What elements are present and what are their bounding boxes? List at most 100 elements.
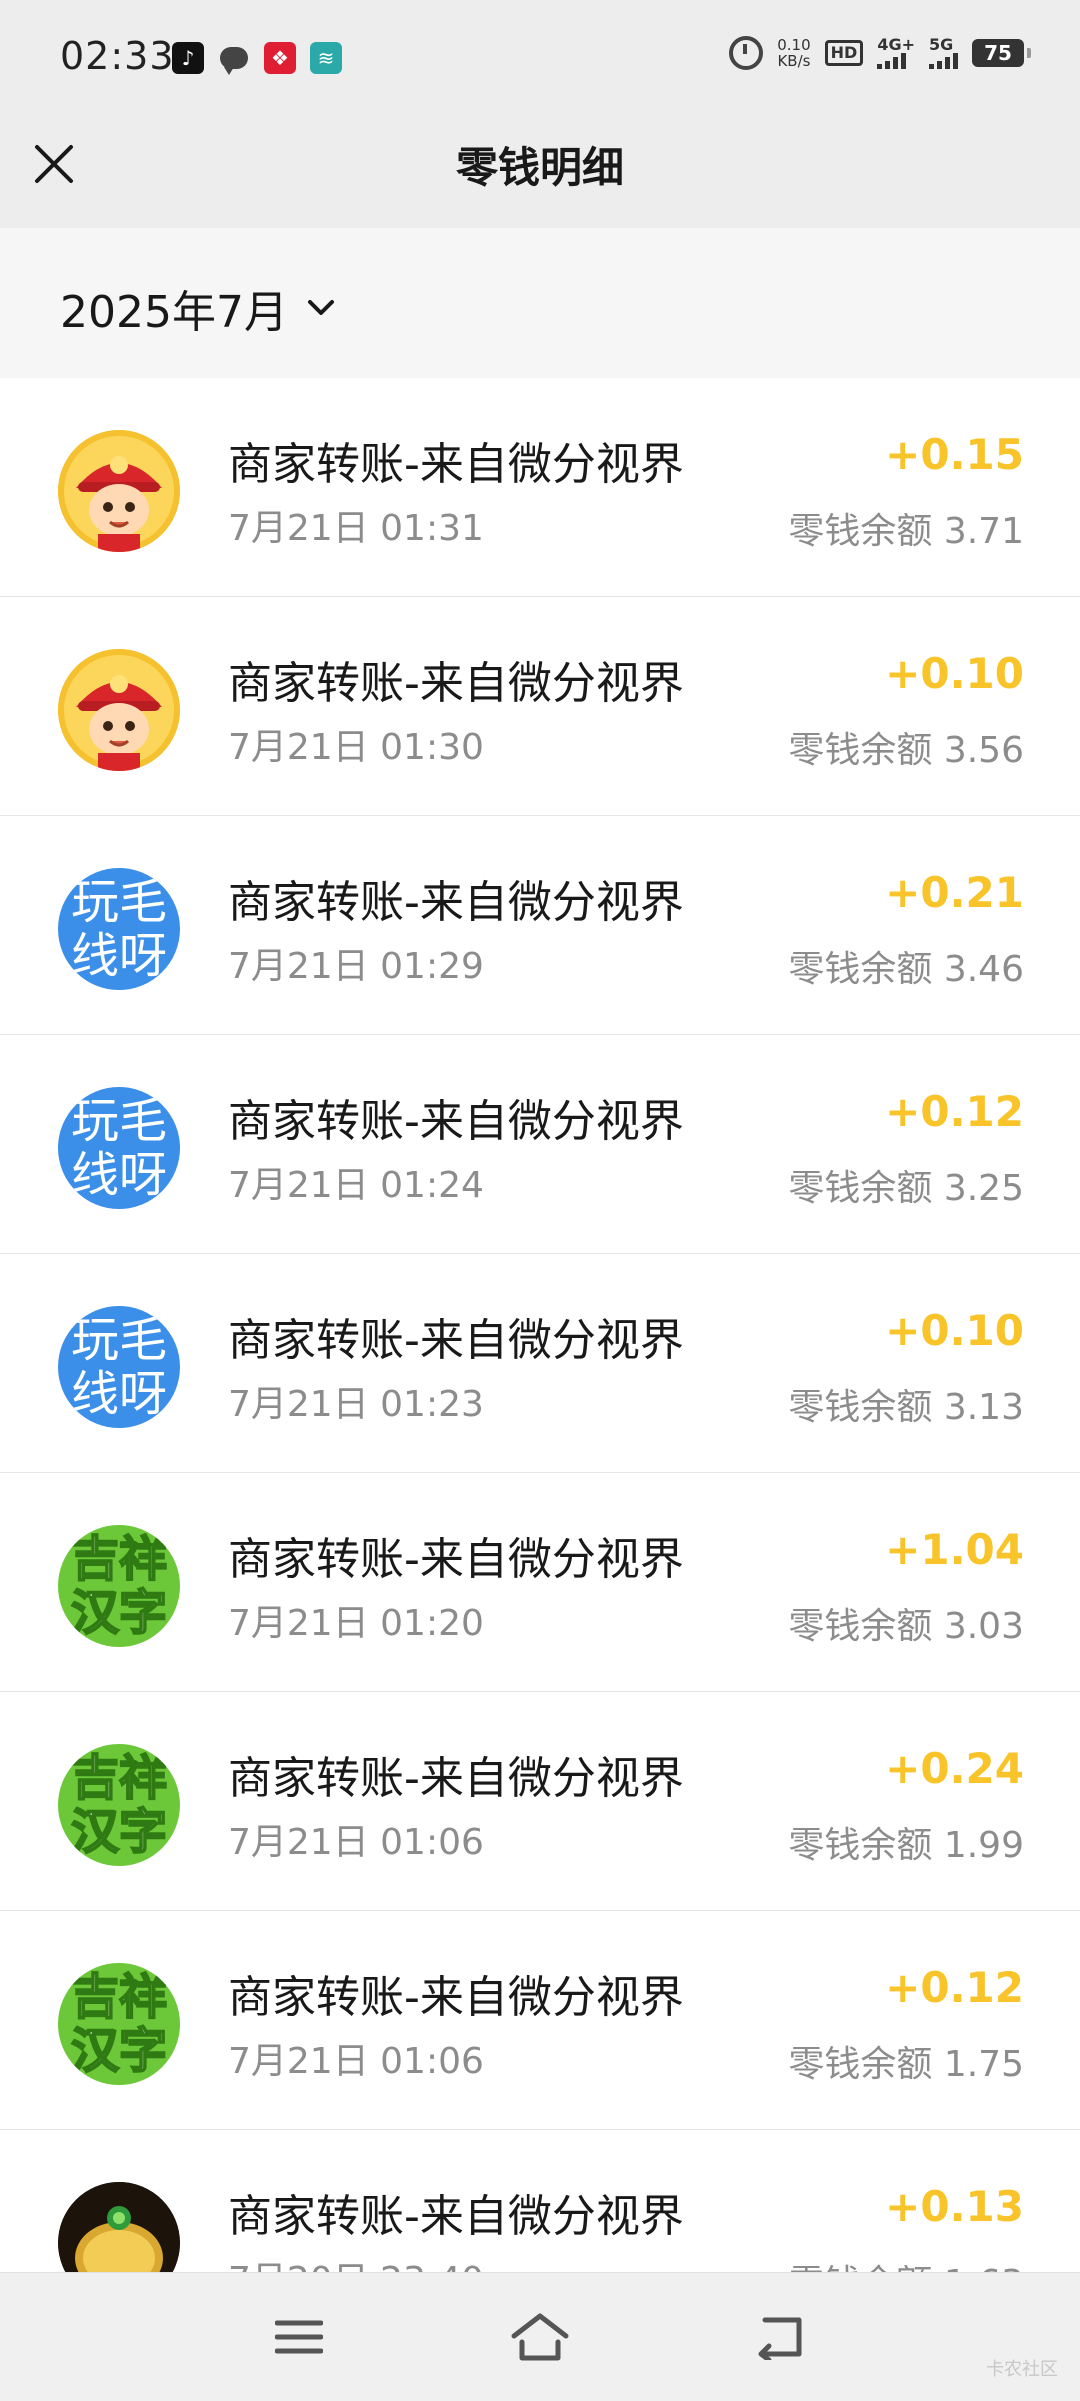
avatar-text: 玩毛 线呀 [58,868,180,990]
avatar-text-line: 玩毛 [70,1312,167,1368]
signal-bars-icon [929,53,958,69]
balance-after: 零钱余额 3.25 [788,1168,1024,1209]
page-title: 零钱明细 [455,143,624,192]
merchant-avatar: 玩毛 线呀 [58,1087,180,1209]
transaction-time: 7月21日 01:06 [228,2041,484,2082]
balance-after: 零钱余额 1.63 [788,2254,1024,2272]
avatar-text: 吉祥 汉字 [58,1525,180,1647]
message-icon [218,42,250,75]
merchant-avatar [58,2182,180,2272]
merchant-avatar: 吉祥 汉字 [58,1525,180,1647]
merchant-avatar: 吉祥 汉字 [58,1744,180,1866]
balance-after: 零钱余额 1.75 [788,2044,1024,2085]
transaction-amount: +0.21 [885,868,1024,917]
transaction-amount: +0.15 [885,430,1024,479]
network-speed: 0.10 KB/s [777,37,810,69]
transaction-title: 商家转账-来自微分视界 [228,1972,684,2023]
signal-bars-icon [877,53,907,69]
back-icon [758,2317,802,2360]
transaction-row[interactable]: 吉祥 汉字 商家转账-来自微分视界 7月21日 01:06 +0.24 零钱余额 1.99 [0,1692,1080,1911]
back-button[interactable] [745,2307,815,2367]
transaction-row[interactable]: 吉祥 汉字 商家转账-来自微分视界 7月21日 01:20 +1.04 零钱余额 3.03 [0,1473,1080,1692]
avatar-text: 玩毛 线呀 [58,1306,180,1428]
app-notification-icon: ❖ [264,42,296,74]
transaction-time: 7月21日 01:31 [228,508,484,549]
balance-after: 零钱余额 1.99 [788,1825,1024,1866]
transaction-row[interactable]: 商家转账-来自微分视界 7月21日 01:30 +0.10 零钱余额 3.56 [0,597,1080,816]
transaction-time: 7月21日 01:06 [228,1822,484,1863]
transaction-title: 商家转账-来自微分视界 [228,1315,684,1366]
transaction-title: 商家转账-来自微分视界 [228,1753,684,1804]
navigation-bar: 零钱明细 [0,112,1080,228]
sim2-signal: 5G [929,37,958,69]
transaction-amount: +0.10 [885,649,1024,698]
transaction-amount: +0.12 [885,1087,1024,1136]
avatar-text-line: 吉祥 [70,1531,168,1587]
transaction-list: 商家转账-来自微分视界 7月21日 01:31 +0.15 零钱余额 3.71 商家转账… [0,378,1080,2272]
menu-icon [275,2320,323,2354]
home-button[interactable] [505,2307,575,2367]
balance-after: 零钱余额 3.03 [788,1606,1024,1647]
hd-icon: HD [824,40,864,66]
system-indicators: 0.10 KB/s HD 4G+ 5G 75 [729,35,1031,70]
status-time: 02:33 [60,34,175,78]
system-navigation-bar: 卡农社区 [0,2272,1080,2401]
sim2-network-type: 5G [929,35,954,54]
alarm-icon [729,36,764,70]
transaction-title: 商家转账-来自微分视界 [228,658,684,709]
avatar-text-line: 汉字 [70,2023,168,2079]
avatar-text: 玩毛 线呀 [58,1087,180,1209]
network-app-icon: ≋ [310,42,342,74]
transaction-row[interactable]: 玩毛 线呀 商家转账-来自微分视界 7月21日 01:29 +0.21 零钱余额 3.46 [0,816,1080,1035]
menu-button[interactable] [264,2307,334,2367]
transaction-row[interactable]: 商家转账-来自微分视界 7月21日 01:31 +0.15 零钱余额 3.71 [0,378,1080,597]
transaction-amount: +0.12 [885,1963,1024,2012]
transaction-time: 7月21日 01:20 [228,1603,484,1644]
month-selector[interactable]: 2025年7月 [60,276,336,340]
balance-after: 零钱余额 3.13 [788,1387,1024,1428]
transaction-title: 商家转账-来自微分视界 [228,877,684,928]
avatar-text-line: 线呀 [70,928,167,984]
sim1-network-type: 4G+ [877,35,915,54]
transaction-amount: +0.10 [885,1306,1024,1355]
transaction-row[interactable]: 玩毛 线呀 商家转账-来自微分视界 7月21日 01:24 +0.12 零钱余额 3.25 [0,1035,1080,1254]
network-speed-unit: KB/s [777,52,811,70]
avatar-text-line: 汉字 [70,1804,168,1860]
merchant-avatar: 吉祥 汉字 [58,1963,180,2085]
avatar-text-line: 吉祥 [70,1969,168,2025]
avatar-text-line: 玩毛 [70,1093,167,1149]
merchant-avatar [58,649,180,771]
month-label: 2025年7月 [60,287,288,338]
merchant-avatar: 玩毛 线呀 [58,868,180,990]
avatar-text-line: 线呀 [70,1366,167,1422]
battery-icon: 75 [972,39,1031,67]
watermark: 卡农社区 [986,2359,1058,2380]
avatar-text-line: 吉祥 [70,1750,168,1806]
avatar-text-line: 玩毛 [70,874,167,930]
transaction-row[interactable]: 玩毛 线呀 商家转账-来自微分视界 7月21日 01:23 +0.10 零钱余额 3.13 [0,1254,1080,1473]
month-filter-bar: 2025年7月 [0,228,1080,378]
merchant-avatar [58,430,180,552]
transaction-row[interactable]: 吉祥 汉字 商家转账-来自微分视界 7月21日 01:06 +0.12 零钱余额 1.75 [0,1911,1080,2130]
chevron-down-icon [307,300,334,315]
transaction-time: 7月21日 01:24 [228,1165,484,1206]
gold-pendant-icon [58,2182,180,2272]
avatar-text: 吉祥 汉字 [58,1744,180,1866]
balance-after: 零钱余额 3.56 [788,730,1024,771]
tiktok-icon: ♪ [172,42,204,74]
transaction-amount: +0.24 [885,1744,1024,1793]
balance-after: 零钱余额 3.71 [788,511,1024,552]
cartoon-avatar-icon [58,430,180,552]
notification-icons: ♪ ❖ ≋ [172,42,342,75]
avatar-text-line: 线呀 [70,1147,167,1203]
merchant-avatar: 玩毛 线呀 [58,1306,180,1428]
transaction-amount: +0.13 [885,2182,1024,2231]
transaction-row[interactable]: 商家转账-来自微分视界 7月20日 23:40 +0.13 零钱余额 1.63 [0,2130,1080,2272]
transaction-title: 商家转账-来自微分视界 [228,1096,684,1147]
status-bar: 02:33 ♪ ❖ ≋ 0.10 KB/s HD 4G+ 5G 75 [0,0,1080,112]
transaction-title: 商家转账-来自微分视界 [228,2191,684,2242]
transaction-time: 7月20日 23:40 [228,2251,484,2272]
balance-after: 零钱余额 3.46 [788,949,1024,990]
transaction-title: 商家转账-来自微分视界 [228,1534,684,1585]
home-icon [511,2313,569,2361]
